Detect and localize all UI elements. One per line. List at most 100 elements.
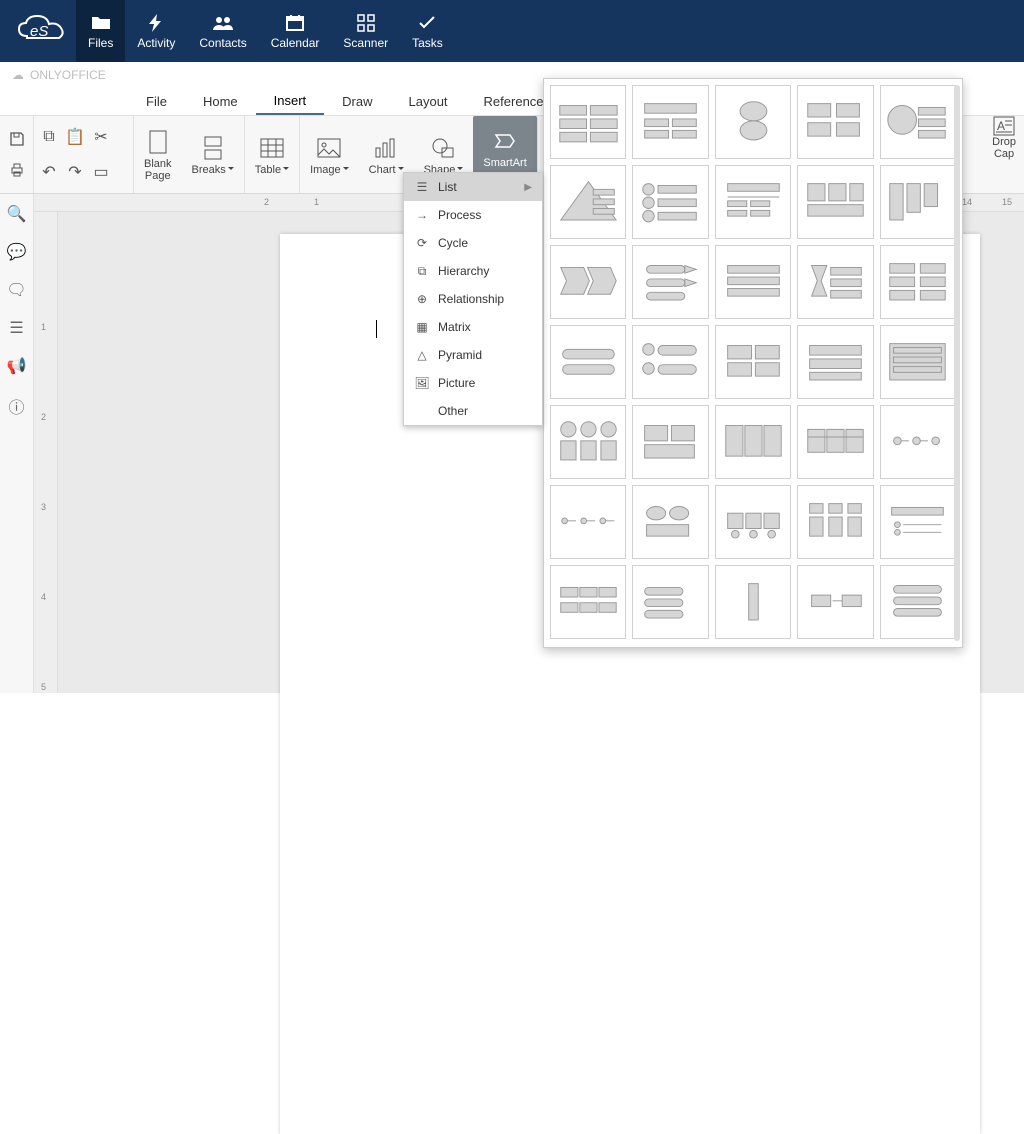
smartart-thumb[interactable]	[880, 405, 956, 479]
tab-insert[interactable]: Insert	[256, 88, 325, 115]
smartart-thumb[interactable]	[550, 405, 626, 479]
folder-icon	[91, 12, 111, 34]
smartart-thumb[interactable]	[632, 85, 708, 159]
app-logo-icon: ☁	[12, 68, 24, 82]
smartart-thumb[interactable]	[880, 165, 956, 239]
smartart-thumb[interactable]	[550, 165, 626, 239]
smartart-thumb[interactable]	[632, 405, 708, 479]
info-icon[interactable]: ⓘ	[8, 394, 24, 418]
breaks-icon	[203, 134, 223, 162]
smartart-thumb[interactable]	[797, 565, 873, 639]
hierarchy-icon: ⧉	[414, 263, 430, 279]
qr-icon	[357, 12, 375, 34]
save-icon[interactable]	[6, 128, 28, 150]
dropcap-button[interactable]: A Drop Cap	[992, 116, 1016, 160]
image-button[interactable]: Image	[300, 116, 359, 193]
tab-layout[interactable]: Layout	[391, 88, 466, 115]
smartart-thumb[interactable]	[715, 485, 791, 559]
smartart-thumb[interactable]	[797, 165, 873, 239]
smartart-thumb[interactable]	[632, 325, 708, 399]
redo-icon[interactable]: ↷	[64, 161, 86, 183]
table-button[interactable]: Table	[245, 116, 299, 193]
undo-icon[interactable]: ↶	[38, 161, 60, 183]
cycle-icon: ⟳	[414, 235, 430, 251]
smartart-cat-relationship[interactable]: ⊕Relationship	[404, 285, 542, 313]
pyramid-icon: △	[414, 347, 430, 363]
brand-logo: eS	[8, 0, 76, 62]
smartart-thumb[interactable]	[715, 85, 791, 159]
blank-page-button[interactable]: Blank Page	[134, 116, 182, 193]
nav-calendar[interactable]: Calendar	[259, 0, 332, 62]
smartart-thumb[interactable]	[632, 485, 708, 559]
smartart-thumb[interactable]	[715, 165, 791, 239]
smartart-thumb[interactable]	[797, 245, 873, 319]
search-icon[interactable]: 🔍	[7, 204, 27, 224]
vertical-ruler[interactable]: 1 2 3 4 5	[34, 212, 58, 693]
smartart-cat-process[interactable]: →Process	[404, 201, 542, 229]
smartart-thumb[interactable]	[797, 325, 873, 399]
smartart-category-menu: ☰List▶ →Process ⟳Cycle ⧉Hierarchy ⊕Relat…	[403, 172, 543, 426]
smartart-thumb[interactable]	[880, 565, 956, 639]
smartart-cat-matrix[interactable]: ▦Matrix	[404, 313, 542, 341]
smartart-thumb[interactable]	[715, 405, 791, 479]
tab-draw[interactable]: Draw	[324, 88, 390, 115]
smartart-thumb[interactable]	[550, 325, 626, 399]
smartart-thumb[interactable]	[880, 325, 956, 399]
nav-tasks[interactable]: Tasks	[400, 0, 455, 62]
shape-icon	[431, 134, 455, 162]
smartart-thumb[interactable]	[797, 405, 873, 479]
smartart-thumb[interactable]	[550, 85, 626, 159]
bolt-icon	[149, 12, 163, 34]
print-icon[interactable]	[6, 159, 28, 181]
smartart-thumb[interactable]	[632, 165, 708, 239]
smartart-cat-list[interactable]: ☰List▶	[404, 173, 542, 201]
comments-panel-icon[interactable]: 💬	[7, 242, 27, 262]
matrix-icon: ▦	[414, 319, 430, 335]
smartart-thumb[interactable]	[550, 485, 626, 559]
smartart-thumb[interactable]	[715, 565, 791, 639]
smartart-thumb[interactable]	[632, 565, 708, 639]
smartart-thumb[interactable]	[880, 485, 956, 559]
nav-contacts[interactable]: Contacts	[187, 0, 258, 62]
smartart-thumb[interactable]	[797, 485, 873, 559]
smartart-thumb[interactable]	[550, 245, 626, 319]
svg-text:A: A	[997, 119, 1005, 133]
smartart-cat-hierarchy[interactable]: ⧉Hierarchy	[404, 257, 542, 285]
smartart-list-gallery	[543, 78, 963, 648]
cut-icon[interactable]: ✂	[90, 126, 112, 148]
smartart-thumb[interactable]	[715, 245, 791, 319]
app-name: ONLYOFFICE	[30, 68, 106, 82]
smartart-cat-other[interactable]: Other	[404, 397, 542, 425]
select-icon[interactable]: ▭	[90, 161, 112, 183]
smartart-thumb[interactable]	[880, 245, 956, 319]
outline-icon[interactable]: ☰	[9, 318, 23, 338]
smartart-thumb[interactable]	[880, 85, 956, 159]
copy-icon[interactable]: ⧉	[38, 126, 60, 148]
people-icon	[212, 12, 234, 34]
smartart-thumb[interactable]	[550, 565, 626, 639]
smartart-cat-cycle[interactable]: ⟳Cycle	[404, 229, 542, 257]
text-cursor	[376, 320, 377, 338]
chevron-right-icon: ▶	[524, 182, 532, 193]
breaks-button[interactable]: Breaks	[182, 116, 244, 193]
list-icon: ☰	[414, 179, 430, 195]
tab-file[interactable]: File	[128, 88, 185, 115]
calendar-icon	[286, 12, 304, 34]
image-icon	[317, 134, 341, 162]
smartart-cat-pyramid[interactable]: △Pyramid	[404, 341, 542, 369]
nav-activity[interactable]: Activity	[125, 0, 187, 62]
smartart-thumb[interactable]	[797, 85, 873, 159]
check-icon	[418, 12, 436, 34]
feedback-icon[interactable]: 📢	[7, 356, 27, 376]
paste-icon[interactable]: 📋	[64, 126, 86, 148]
tab-home[interactable]: Home	[185, 88, 256, 115]
smartart-cat-picture[interactable]: 🖼Picture	[404, 369, 542, 397]
table-icon	[260, 134, 284, 162]
nav-files[interactable]: Files	[76, 0, 125, 62]
chat-icon[interactable]: 🗨	[6, 280, 26, 300]
svg-text:eS: eS	[30, 23, 48, 40]
smartart-thumb[interactable]	[632, 245, 708, 319]
chart-icon	[374, 134, 398, 162]
smartart-thumb[interactable]	[715, 325, 791, 399]
nav-scanner[interactable]: Scanner	[331, 0, 400, 62]
